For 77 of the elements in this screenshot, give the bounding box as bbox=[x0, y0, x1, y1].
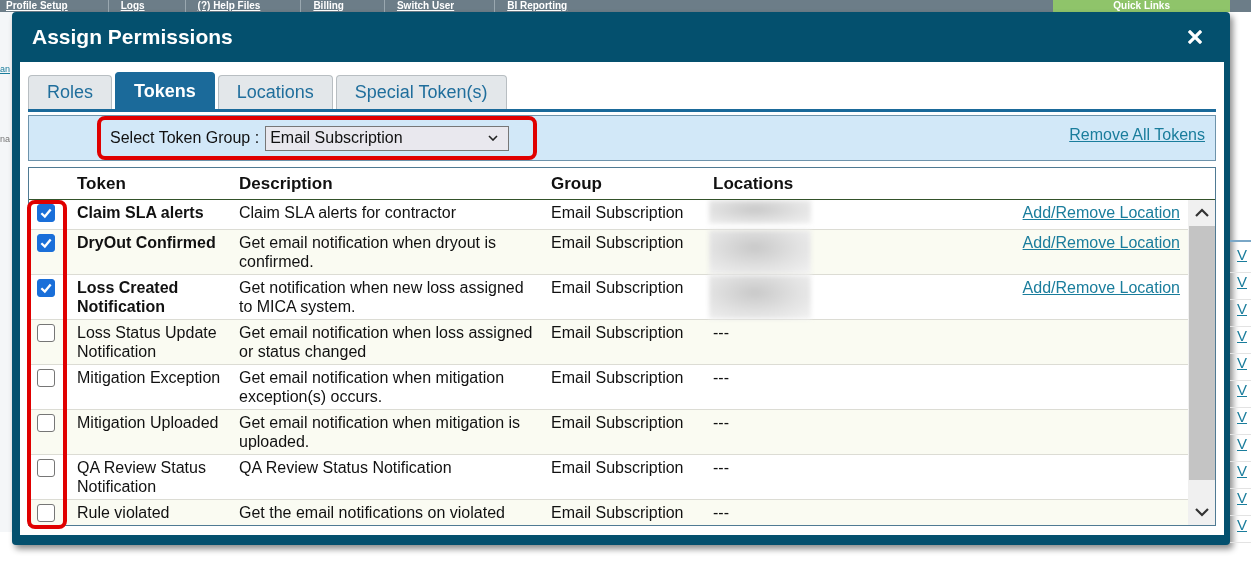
remove-all-tokens-link[interactable]: Remove All Tokens bbox=[1069, 126, 1205, 144]
nav-link[interactable]: BI Reporting bbox=[507, 0, 608, 12]
scrollbar[interactable] bbox=[1188, 200, 1215, 525]
token-name: QA Review Status Notification bbox=[77, 459, 206, 495]
token-group-dropdown[interactable]: Email Subscription bbox=[265, 125, 510, 151]
tab[interactable]: Special Token(s) bbox=[335, 75, 507, 109]
text-fragment: na bbox=[0, 134, 10, 146]
table-cell: --- bbox=[713, 323, 729, 342]
table-cell: Email Subscription bbox=[551, 324, 684, 341]
link[interactable]: V bbox=[1237, 381, 1247, 398]
checkbox[interactable] bbox=[37, 369, 55, 387]
table-cell: Get email notification when loss assigned or status changed bbox=[239, 324, 533, 360]
token-name: Mitigation Exception bbox=[77, 369, 221, 386]
table-cell: QA Review Status Notification bbox=[239, 459, 452, 476]
nav-link[interactable]: (?) Help Files bbox=[197, 0, 301, 12]
link[interactable]: V bbox=[1237, 327, 1247, 344]
table-cell: Email Subscription bbox=[551, 504, 684, 521]
table-cell: Email Subscription bbox=[551, 279, 684, 296]
table-cell: Email Subscription bbox=[551, 414, 684, 431]
checkbox[interactable] bbox=[37, 504, 55, 522]
add-remove-location-link[interactable]: Add/Remove Location bbox=[1022, 203, 1180, 222]
checkbox[interactable] bbox=[37, 324, 55, 342]
table-cell: Get email notification when mitigation is uploaded. bbox=[239, 414, 521, 450]
table-cell: Claim SLA alerts for contractor bbox=[239, 204, 456, 221]
link[interactable]: V bbox=[1237, 462, 1247, 479]
tab[interactable]: Locations bbox=[217, 75, 333, 109]
column-header: Group bbox=[551, 173, 602, 193]
table-cell: --- bbox=[713, 503, 729, 522]
link[interactable]: V bbox=[1237, 408, 1247, 425]
checkbox[interactable] bbox=[37, 279, 55, 297]
scroll-down-icon[interactable] bbox=[1194, 507, 1209, 517]
nav-link[interactable]: Switch User bbox=[396, 0, 495, 12]
text-fragment: an bbox=[0, 64, 10, 76]
table-cell: --- bbox=[713, 368, 729, 387]
table-cell: Get email notification when mitigation exception(s) occurs. bbox=[239, 369, 505, 405]
link[interactable]: V bbox=[1237, 489, 1247, 506]
table-cell: Email Subscription bbox=[551, 369, 684, 386]
token-name: Claim SLA alerts bbox=[77, 204, 204, 221]
nav-link[interactable]: Billing bbox=[313, 0, 384, 12]
tab[interactable]: Roles bbox=[28, 75, 113, 109]
link[interactable]: V bbox=[1237, 300, 1247, 317]
table-cell: Get email notification when dryout is confirmed. bbox=[239, 234, 496, 270]
token-name: Loss Status Update Notification bbox=[77, 324, 217, 360]
link[interactable]: V bbox=[1237, 246, 1247, 263]
tab[interactable]: Tokens bbox=[115, 72, 215, 109]
token-name: Loss Created Notification bbox=[77, 279, 179, 315]
link[interactable]: V bbox=[1237, 273, 1247, 290]
table-cell: Email Subscription bbox=[551, 459, 684, 476]
checkbox[interactable] bbox=[37, 459, 55, 477]
add-remove-location-link[interactable]: Add/Remove Location bbox=[1022, 233, 1180, 252]
column-header: Locations bbox=[713, 173, 794, 193]
table-cell: --- bbox=[713, 413, 729, 432]
scroll-up-icon[interactable] bbox=[1194, 208, 1209, 218]
table-cell: Get the email notifications on violated bbox=[239, 504, 505, 521]
caret-icon bbox=[488, 135, 499, 141]
nav-link[interactable]: Profile Setup bbox=[6, 0, 108, 12]
table-cell: Get notification when new loss assigned to MICA system. bbox=[239, 279, 524, 315]
add-remove-location-link[interactable]: Add/Remove Location bbox=[1022, 278, 1180, 297]
checkbox[interactable] bbox=[37, 414, 55, 432]
column-header: Token bbox=[77, 173, 126, 193]
token-name: Rule violated bbox=[77, 504, 170, 521]
checkbox[interactable] bbox=[37, 204, 55, 222]
link[interactable]: V bbox=[1237, 354, 1247, 371]
table-cell: Email Subscription bbox=[551, 234, 684, 251]
field-label: Select Token Group : bbox=[110, 129, 260, 147]
token-name: Mitigation Uploaded bbox=[77, 414, 219, 431]
link[interactable]: V bbox=[1237, 435, 1247, 452]
table-cell: --- bbox=[713, 458, 729, 477]
scroll-thumb[interactable] bbox=[1188, 226, 1215, 480]
table-cell: Email Subscription bbox=[551, 204, 684, 221]
dialog-title: Assign Permissions bbox=[32, 25, 233, 49]
link[interactable]: V bbox=[1237, 516, 1247, 533]
token-name: DryOut Confirmed bbox=[77, 234, 216, 251]
nav-link[interactable]: Logs bbox=[120, 0, 185, 12]
checkbox[interactable] bbox=[37, 234, 55, 252]
column-header: Description bbox=[239, 173, 333, 193]
close-icon[interactable] bbox=[1188, 30, 1202, 44]
